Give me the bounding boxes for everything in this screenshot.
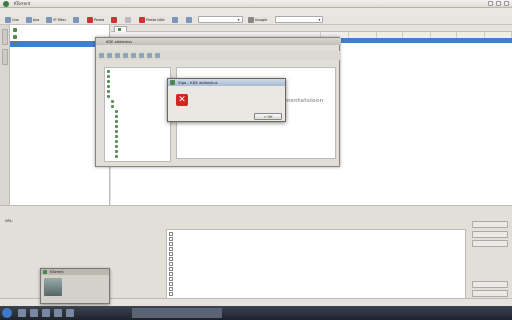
section-title [3,209,163,215]
app-icon [3,1,9,7]
tracker-checkbox[interactable] [169,292,173,296]
avatar [44,278,62,296]
launcher-icon[interactable] [42,309,50,317]
search-engine-icon [247,16,254,23]
new-icon [5,16,11,23]
ip-filter-button[interactable]: IP filter [44,16,68,24]
dialog-title-bar[interactable]: Viga - KDE abikeskus [168,79,285,86]
group-combo[interactable]: ▾ [197,16,243,23]
launcher-icon[interactable] [18,309,26,317]
window-title: KTorrent [14,1,31,6]
section-title [166,209,466,215]
search-engine-label: Google [246,16,270,24]
dock-tab[interactable] [2,29,8,45]
queue-manager-icon [185,16,192,23]
stop-all-icon [139,16,146,23]
tracker-item[interactable] [169,291,175,297]
stop-all-button[interactable]: Peata kõik [137,16,166,24]
trackers-panel [166,209,466,304]
remove-button[interactable] [109,16,120,24]
kde-menu-icon[interactable] [2,308,12,318]
help-tree-item[interactable] [115,154,119,159]
app-icon [170,80,175,85]
queue-icon [171,16,178,23]
forward-icon[interactable] [107,53,112,58]
tracker-list [166,229,466,299]
error-dialog: Viga - KDE abikeskus ✕ ✔ OK [167,78,286,122]
tracker-action-button[interactable] [472,290,508,297]
launcher-icon[interactable] [54,309,62,317]
filter-icon [46,16,53,23]
table-row-selected[interactable] [321,38,512,43]
tracker-action-button[interactable] [472,221,508,228]
zoom-out-icon[interactable] [155,53,160,58]
group-icon [13,28,17,32]
print-icon[interactable] [123,53,128,58]
stop-icon [87,16,94,23]
find-icon[interactable] [139,53,144,58]
error-icon: ✕ [176,94,188,106]
tracker-action-button[interactable] [472,240,508,247]
new-button[interactable]: Uus [3,16,21,24]
minimize-button[interactable] [488,1,493,6]
chevron-down-icon: ▾ [318,17,321,22]
home-icon[interactable] [115,53,120,58]
check-icon: ✔ [263,114,267,119]
stop-button[interactable]: Peata [85,16,106,24]
chevron-down-icon: ▾ [237,17,240,22]
tracker-action-button[interactable] [472,231,508,238]
notification-popup[interactable]: KTorrent [40,268,110,304]
help-toolbar [96,51,341,60]
title-bar[interactable]: KTorrent [0,0,512,8]
help-contents-tree [104,67,171,162]
dock-tab[interactable] [2,49,8,65]
tree-item[interactable] [10,27,110,33]
copy-icon[interactable] [131,53,136,58]
menu-bar [0,8,512,15]
popup-title: KTorrent [41,269,109,275]
launcher-icon[interactable] [30,309,38,317]
taskbar-task[interactable] [132,308,222,318]
tracker-action-button[interactable] [472,281,508,288]
ok-button[interactable]: ✔ OK [254,113,282,120]
start-all-icon [125,16,132,23]
group-icon [13,35,17,39]
maximize-button[interactable] [496,1,501,6]
group-icon [13,42,17,46]
app-icon [43,270,47,274]
settings-button[interactable] [71,16,82,24]
open-button[interactable]: Ava [24,16,42,24]
settings-icon [73,16,80,23]
queue-manager-button[interactable] [184,16,195,24]
queue-button[interactable] [170,16,181,24]
tab-bar [111,25,512,32]
remove-icon [111,16,118,23]
url-row: URL: [5,219,13,223]
toolbar: Uus Ava IP filter Peata Peata kõik ▾ Goo… [0,15,512,25]
taskbar [0,306,512,320]
help-window-title[interactable]: KDE abikeskus [96,38,341,45]
zoom-in-icon[interactable] [147,53,152,58]
launcher-icon[interactable] [66,309,74,317]
search-input[interactable]: ▾ [275,16,324,23]
start-all-button[interactable] [123,16,134,24]
tab-icon [118,28,121,31]
close-button[interactable] [504,1,509,6]
back-icon[interactable] [99,53,104,58]
open-icon [25,16,32,23]
